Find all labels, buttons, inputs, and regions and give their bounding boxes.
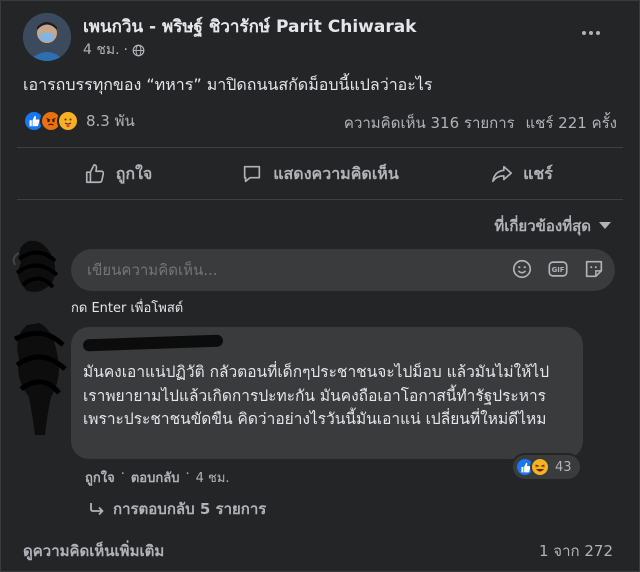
comment-reaction-count: 43 (555, 459, 572, 475)
comment-sort-dropdown[interactable]: ที่เกี่ยวข้องที่สุด (494, 214, 611, 238)
replies-label: การตอบกลับ 5 รายการ (113, 500, 267, 518)
post-stats: ความคิดเห็น 316 รายการ แชร์ 221 ครั้ง (344, 111, 617, 135)
comment-time[interactable]: 4 ชม. (196, 467, 230, 488)
comment-text: มันคงเอาแน่ปฏิวัติ กลัวตอนที่เด็กๆประชาช… (83, 363, 550, 428)
share-button-label: แชร์ (523, 163, 553, 183)
shares-count-link[interactable]: แชร์ 221 ครั้ง (526, 114, 618, 132)
emoji-icon[interactable] (511, 258, 533, 280)
comment-reactions[interactable]: 43 (513, 455, 580, 479)
like-button-label: ถูกใจ (115, 163, 153, 183)
more-options-icon[interactable] (579, 23, 603, 43)
author-avatar[interactable] (23, 13, 71, 61)
globe-icon (132, 44, 145, 56)
comment-icon (244, 165, 261, 183)
post-author-name[interactable]: เพนกวิน - พริษฐ์ ชิวารักษ์ Parit Chiwara… (83, 13, 416, 40)
sort-label: ที่เกี่ยวข้องที่สุด (494, 217, 591, 235)
post-action-bar: ถูกใจ แสดงความคิดเห็น แชร์ (17, 153, 623, 195)
comment-composer[interactable]: GIF (71, 249, 615, 291)
care-reaction-icon (57, 110, 79, 132)
comment-reply-link[interactable]: ตอบกลับ (131, 467, 180, 488)
redacted-commenter-avatar (13, 323, 67, 435)
comment-actions: ถูกใจ · ตอบกลับ · 4 ชม. (85, 467, 230, 488)
haha-reaction-icon (530, 457, 550, 477)
view-more-comments-link[interactable]: ดูความคิดเห็นเพิ่มเติม (23, 539, 164, 563)
post-meta: 4 ชม. · (83, 39, 145, 61)
composer-icons: GIF (511, 258, 605, 280)
thumbs-up-icon (85, 164, 104, 184)
share-button[interactable]: แชร์ (421, 153, 623, 195)
reaction-count[interactable]: 8.3 พัน (86, 109, 135, 133)
comment-button-label: แสดงความคิดเห็น (273, 163, 399, 183)
comment-input[interactable] (87, 261, 467, 279)
view-replies-link[interactable]: การตอบกลับ 5 รายการ (89, 497, 266, 521)
post-reactions[interactable]: 8.3 พัน (23, 109, 135, 133)
post-time[interactable]: 4 ชม. (83, 39, 120, 61)
sticker-icon[interactable] (583, 258, 605, 280)
post-card: เพนกวิน - พริษฐ์ ชิวารักษ์ Parit Chiwara… (0, 0, 640, 572)
like-button[interactable]: ถูกใจ (17, 153, 219, 195)
caret-down-icon (599, 222, 611, 229)
comment-like-link[interactable]: ถูกใจ (85, 467, 115, 488)
share-arrow-icon (492, 165, 513, 183)
composer-hint: กด Enter เพื่อโพสต์ (71, 301, 184, 316)
reply-arrow-icon (90, 503, 104, 516)
comments-count-link[interactable]: ความคิดเห็น 316 รายการ (344, 114, 515, 132)
divider (17, 147, 623, 148)
post-text: เอารถบรรทุกของ “ทหาร” มาปิดถนนสกัดม็อบนี… (23, 75, 433, 94)
svg-text:GIF: GIF (552, 266, 565, 274)
comment-button[interactable]: แสดงความคิดเห็น (219, 153, 421, 195)
comment-pager: 1 จาก 272 (538, 542, 613, 560)
gif-icon[interactable]: GIF (547, 258, 569, 280)
divider (17, 199, 623, 200)
redacted-avatar (12, 240, 59, 292)
